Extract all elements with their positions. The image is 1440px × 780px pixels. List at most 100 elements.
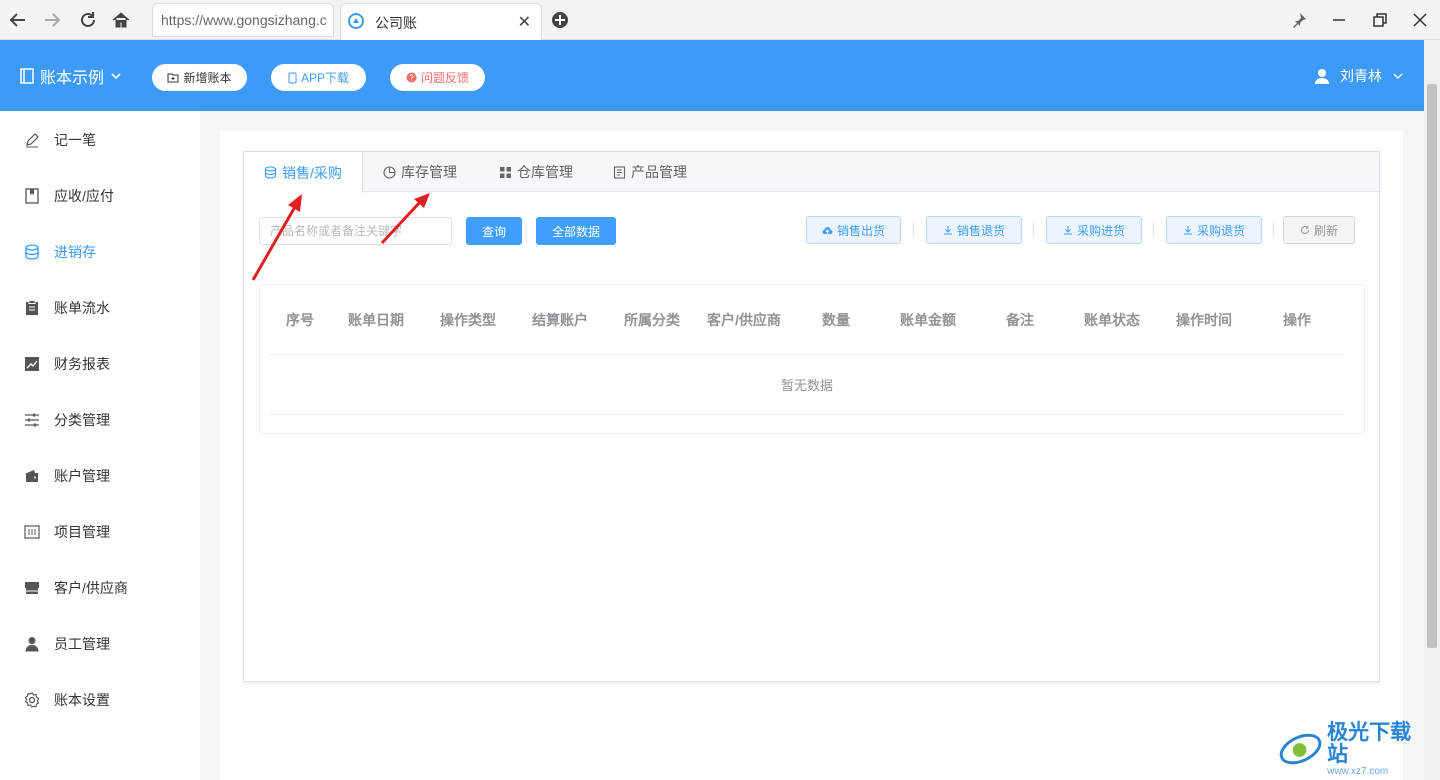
- app-header: 账本示例 新增账本 APP下载 ? 问题反馈 刘青林: [0, 40, 1424, 111]
- database-icon: [264, 166, 277, 179]
- sidebar-item-book-settings[interactable]: 账本设置: [0, 672, 200, 728]
- sidebar-item-inventory[interactable]: 进销存: [0, 224, 200, 280]
- tab-warehouse[interactable]: 仓库管理: [499, 152, 573, 192]
- pie-icon: [383, 165, 396, 179]
- empty-state: 暂无数据: [270, 355, 1344, 415]
- scrollbar-thumb[interactable]: [1427, 84, 1437, 648]
- tab-label: 库存管理: [401, 164, 457, 180]
- all-data-button[interactable]: 全部数据: [536, 217, 616, 245]
- sidebar-item-label: 客户/供应商: [54, 580, 128, 596]
- book-selector[interactable]: 账本示例: [20, 64, 122, 88]
- refresh-button[interactable]: 刷新: [1283, 216, 1355, 244]
- sidebar-item-label: 财务报表: [54, 356, 110, 372]
- sidebar-item-customers[interactable]: 客户/供应商: [0, 560, 200, 616]
- purchase-in-button[interactable]: 采购进货: [1046, 216, 1142, 244]
- minimize-icon[interactable]: [1328, 9, 1350, 31]
- toolbar-divider: [1273, 222, 1274, 237]
- download-icon: [1063, 226, 1072, 235]
- feedback-label: 问题反馈: [420, 71, 469, 85]
- sliders-icon: [25, 413, 39, 427]
- sidebar-item-record[interactable]: 记一笔: [0, 112, 200, 168]
- sidebar-item-label: 员工管理: [54, 636, 110, 652]
- sidebar-item-label: 账户管理: [54, 468, 110, 484]
- sidebar-item-reports[interactable]: 财务报表: [0, 336, 200, 392]
- sidebar-item-projects[interactable]: 项目管理: [0, 504, 200, 560]
- database-icon: [25, 244, 39, 260]
- tab-label: 产品管理: [631, 164, 687, 180]
- user-icon: [25, 637, 39, 652]
- bill-table: 序号 账单日期 操作类型 结算账户 所属分类 客户/供应商 数量 账单金额 备注…: [259, 284, 1365, 434]
- tab-stock[interactable]: 库存管理: [383, 152, 457, 192]
- phone-icon: [288, 72, 297, 83]
- tab-sales-purchase[interactable]: 销售/采购: [244, 152, 363, 193]
- browser-chrome: https://www.gongsizhang.c 公司账 ✕: [0, 0, 1440, 40]
- sales-return-button[interactable]: 销售退货: [926, 216, 1022, 244]
- address-bar[interactable]: https://www.gongsizhang.c: [152, 3, 334, 37]
- close-tab-icon[interactable]: ✕: [518, 12, 531, 32]
- tab-bar: 销售/采购 库存管理 仓库管理 产品管理: [244, 152, 1379, 193]
- toolbar-divider: [1153, 222, 1154, 237]
- column-header: 账单状态: [1084, 312, 1140, 328]
- sidebar-item-receivable[interactable]: 应收/应付: [0, 168, 200, 224]
- watermark-logo-icon: [1279, 733, 1322, 765]
- watermark: 极光下载站 www.xz7.com: [1278, 721, 1430, 777]
- chevron-down-icon: [1393, 73, 1403, 79]
- user-name: 刘青林: [1340, 68, 1382, 84]
- chart-icon: [25, 357, 39, 371]
- column-header: 账单日期: [348, 312, 404, 328]
- sidebar-item-categories[interactable]: 分类管理: [0, 392, 200, 448]
- refresh-label: 刷新: [1313, 223, 1338, 238]
- tab-title: 公司账: [375, 15, 417, 31]
- column-header: 操作: [1283, 312, 1311, 328]
- back-icon[interactable]: [6, 8, 30, 32]
- sidebar-item-label: 项目管理: [54, 524, 110, 540]
- bookmark-book-icon: [25, 188, 39, 204]
- home-icon[interactable]: [109, 8, 133, 32]
- wallet-icon: [26, 470, 38, 482]
- clipboard-icon: [26, 300, 38, 315]
- purchase-return-button[interactable]: 采购退货: [1166, 216, 1262, 244]
- user-avatar-icon: [1315, 69, 1329, 84]
- question-icon: ?: [406, 72, 417, 83]
- sidebar-item-employees[interactable]: 员工管理: [0, 616, 200, 672]
- pin-icon[interactable]: [1288, 9, 1310, 31]
- sales-out-label: 销售出货: [836, 223, 885, 238]
- user-menu[interactable]: 刘青林: [1314, 66, 1404, 86]
- purchase-in-label: 采购进货: [1076, 223, 1125, 238]
- project-icon: [24, 525, 40, 539]
- feedback-button[interactable]: ? 问题反馈: [390, 64, 485, 91]
- download-icon: [943, 226, 952, 235]
- sidebar-item-label: 记一笔: [54, 132, 96, 148]
- sidebar-item-bill-flow[interactable]: 账单流水: [0, 280, 200, 336]
- new-book-button[interactable]: 新增账本: [152, 64, 247, 91]
- browser-tab[interactable]: 公司账 ✕: [340, 3, 542, 40]
- sales-out-button[interactable]: 销售出货: [806, 216, 901, 244]
- cloud-upload-icon: [822, 226, 833, 235]
- site-logo-icon: [348, 13, 364, 29]
- sidebar-item-accounts[interactable]: 账户管理: [0, 448, 200, 504]
- grid-icon: [500, 166, 511, 178]
- document-icon: [613, 165, 626, 179]
- forward-icon[interactable]: [40, 8, 64, 32]
- sales-return-label: 销售退货: [956, 223, 1005, 238]
- column-header: 序号: [286, 312, 314, 328]
- query-button[interactable]: 查询: [466, 217, 522, 245]
- tab-products[interactable]: 产品管理: [613, 152, 687, 192]
- restore-icon[interactable]: [1369, 9, 1391, 31]
- pen-icon: [26, 133, 39, 148]
- app-download-button[interactable]: APP下载: [271, 64, 366, 91]
- column-header: 备注: [1006, 312, 1034, 328]
- sidebar-item-label: 账单流水: [54, 300, 110, 316]
- purchase-return-label: 采购退货: [1196, 223, 1245, 238]
- book-name: 账本示例: [40, 70, 105, 87]
- search-input[interactable]: 产品名称或者备注关键字: [259, 217, 452, 245]
- app-download-label: APP下载: [300, 71, 349, 85]
- sidebar-item-label: 账本设置: [54, 692, 110, 708]
- column-header: 账单金额: [900, 312, 956, 328]
- store-icon: [25, 582, 39, 594]
- reload-icon[interactable]: [76, 8, 100, 32]
- close-window-icon[interactable]: [1409, 9, 1431, 31]
- book-icon: [20, 68, 34, 84]
- new-tab-icon[interactable]: [550, 10, 570, 30]
- column-header: 结算账户: [532, 312, 588, 328]
